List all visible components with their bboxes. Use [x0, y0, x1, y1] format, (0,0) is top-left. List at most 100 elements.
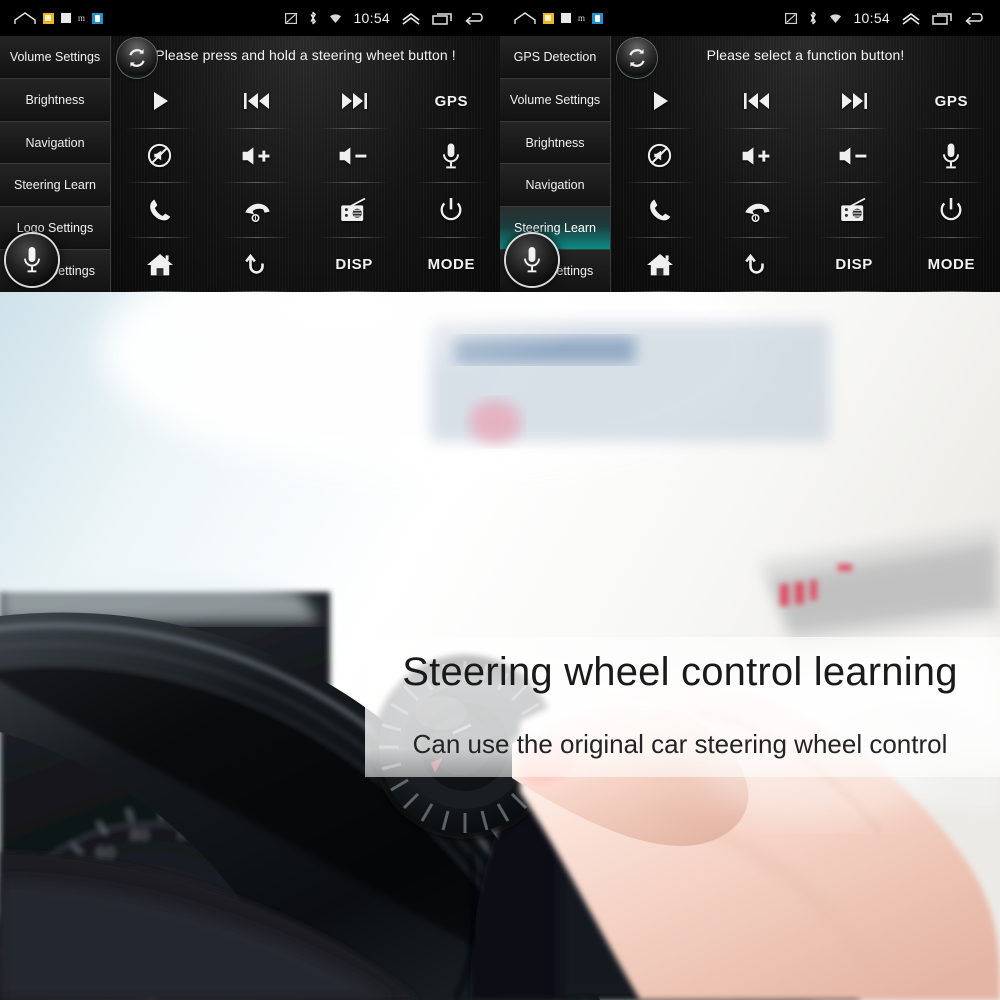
button-power[interactable]	[903, 183, 1000, 238]
button-mute[interactable]	[111, 129, 208, 184]
back-icon[interactable]	[464, 12, 486, 25]
sidebar-item-label: Steering Learn	[13, 178, 96, 193]
status-bar-clock: 10:54	[353, 10, 390, 26]
button-gps[interactable]: GPS	[403, 74, 500, 129]
sidebar-item-label: Brightness	[25, 92, 85, 107]
refresh-sync-icon[interactable]	[617, 38, 657, 78]
sidebar-item-brightness[interactable]: Brightness	[500, 121, 610, 165]
button-home[interactable]	[611, 238, 708, 293]
right-unit: m 10:54 GPS Detection Volume Settings Br…	[500, 0, 1000, 292]
sidebar-item-label: GPS Detection	[513, 49, 597, 64]
button-volume-down[interactable]	[806, 129, 903, 184]
home-outline-icon	[514, 11, 536, 25]
button-mode[interactable]: MODE	[403, 238, 500, 293]
button-disp-label: DISP	[335, 256, 373, 274]
blue-app-icon	[592, 12, 604, 24]
sidebar-item-steering-learn[interactable]: Steering Learn	[0, 164, 110, 208]
button-gps-label: GPS	[434, 92, 469, 110]
chevron-up-icon[interactable]	[401, 12, 421, 25]
button-volume-down[interactable]	[306, 129, 403, 184]
bluetooth-icon	[808, 11, 818, 25]
steering-wheel-photo: 204060 80100120 140160	[0, 292, 1000, 1000]
pane-title-right: Please select a function button!	[706, 47, 905, 63]
chevron-up-icon[interactable]	[901, 12, 921, 25]
button-next-track[interactable]	[306, 74, 403, 129]
recents-icon[interactable]	[432, 12, 453, 25]
sidebar-item-brightness[interactable]: Brightness	[0, 78, 110, 122]
m-glyph-icon: m	[78, 12, 86, 23]
button-previous-track[interactable]	[208, 74, 305, 129]
pane-header-right: Please select a function button!	[611, 36, 1000, 78]
button-call-hangup[interactable]	[208, 183, 305, 238]
sidebar-item-navigation[interactable]: Navigation	[500, 164, 610, 208]
button-disp[interactable]: DISP	[306, 238, 403, 293]
microphone-icon[interactable]	[506, 234, 558, 286]
right-unit-body: GPS Detection Volume Settings Brightness…	[500, 36, 1000, 292]
button-back-arrow[interactable]	[208, 238, 305, 293]
signal-icon	[785, 12, 798, 24]
left-unit: m 10:54 Volume Settings Brightness Navig…	[0, 0, 500, 292]
button-gps[interactable]: GPS	[903, 74, 1000, 129]
button-next-track[interactable]	[806, 74, 903, 129]
button-mode-label: MODE	[927, 256, 976, 274]
status-bar-left-icons: m	[514, 11, 604, 25]
bluetooth-icon	[308, 11, 318, 25]
wifi-icon	[829, 13, 842, 24]
sidebar-item-label: Navigation	[525, 178, 585, 193]
status-bar-left: m 10:54	[0, 0, 500, 36]
pane-header-left: Please press and hold a steering wheet b…	[111, 36, 500, 78]
sidebar-item-label: Logo Settings	[16, 221, 94, 236]
wifi-icon	[329, 13, 342, 24]
function-button-grid-right: GPS DISP MODE	[611, 74, 1000, 292]
function-button-grid-left: GPS DISP MODE	[111, 74, 500, 292]
sidebar-item-navigation[interactable]: Navigation	[0, 121, 110, 165]
sidebar-item-label: Navigation	[25, 135, 85, 150]
sidebar-item-label: Steering Learn	[513, 221, 596, 236]
status-bar-clock: 10:54	[853, 10, 890, 26]
button-home[interactable]	[111, 238, 208, 293]
sidebar-item-volume-settings[interactable]: Volume Settings	[500, 78, 610, 122]
status-bar-right-group: 10:54	[785, 10, 986, 26]
button-voice-microphone[interactable]	[903, 129, 1000, 184]
white-square-icon	[61, 13, 71, 23]
button-call-answer[interactable]	[611, 183, 708, 238]
pane-title-left: Please press and hold a steering wheet b…	[155, 47, 456, 63]
button-volume-up[interactable]	[208, 129, 305, 184]
button-volume-up[interactable]	[708, 129, 805, 184]
left-unit-body: Volume Settings Brightness Navigation St…	[0, 36, 500, 292]
head-unit-screenshots: m 10:54 Volume Settings Brightness Navig…	[0, 0, 1000, 292]
sidebar-item-gps-detection[interactable]: GPS Detection	[500, 36, 610, 79]
button-mute[interactable]	[611, 129, 708, 184]
white-square-icon	[561, 13, 571, 23]
home-outline-icon	[14, 11, 36, 25]
promo-headline: Steering wheel control learning	[402, 650, 958, 694]
yellow-app-icon	[543, 12, 554, 24]
function-pane-left: Please press and hold a steering wheet b…	[111, 36, 500, 292]
button-radio[interactable]	[806, 183, 903, 238]
button-power[interactable]	[403, 183, 500, 238]
button-mode-label: MODE	[427, 256, 476, 274]
sidebar-item-label: Brightness	[525, 135, 585, 150]
recents-icon[interactable]	[932, 12, 953, 25]
button-mode[interactable]: MODE	[903, 238, 1000, 293]
button-play[interactable]	[611, 74, 708, 129]
button-disp-label: DISP	[835, 256, 873, 274]
button-voice-microphone[interactable]	[403, 129, 500, 184]
back-icon[interactable]	[964, 12, 986, 25]
button-call-hangup[interactable]	[708, 183, 805, 238]
button-radio[interactable]	[306, 183, 403, 238]
sidebar-item-volume-settings[interactable]: Volume Settings	[0, 36, 110, 79]
status-bar-right-group: 10:54	[285, 10, 486, 26]
sidebar-item-label: Volume Settings	[509, 92, 601, 107]
button-call-answer[interactable]	[111, 183, 208, 238]
button-play[interactable]	[111, 74, 208, 129]
svg-text:80: 80	[130, 826, 149, 844]
button-back-arrow[interactable]	[708, 238, 805, 293]
button-disp[interactable]: DISP	[806, 238, 903, 293]
signal-icon	[285, 12, 298, 24]
blue-app-icon	[92, 12, 104, 24]
refresh-sync-icon[interactable]	[117, 38, 157, 78]
button-previous-track[interactable]	[708, 74, 805, 129]
status-bar-left-icons: m	[14, 11, 104, 25]
microphone-icon[interactable]	[6, 234, 58, 286]
